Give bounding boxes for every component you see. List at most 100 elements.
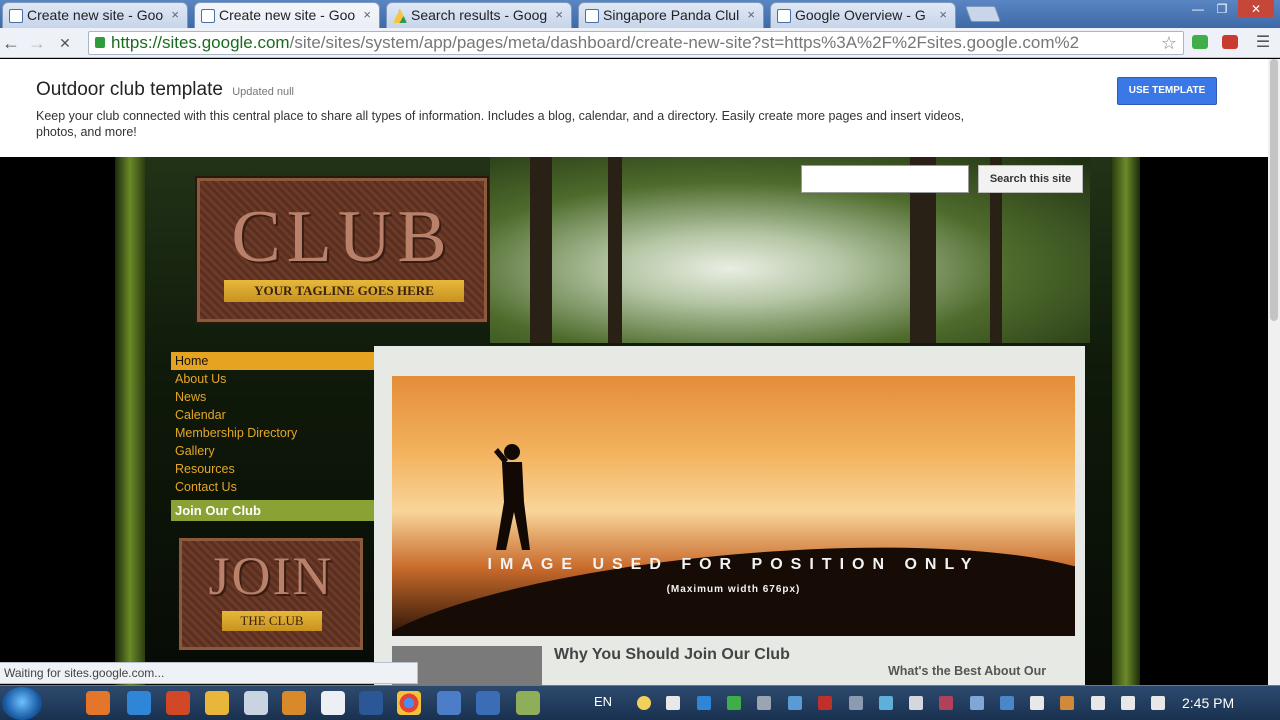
volume-icon[interactable] [1121,696,1135,710]
template-updated: Updated null [232,86,295,98]
tray-icon[interactable] [1060,696,1074,710]
ie-icon[interactable] [127,691,151,715]
page-scrollbar[interactable] [1268,59,1280,685]
extension-red-icon[interactable] [1222,35,1238,49]
sites-favicon-icon [777,9,791,23]
google-drive-icon[interactable] [727,696,741,710]
main-content: IMAGE USED FOR POSITION ONLY (Maximum wi… [374,346,1085,685]
firefox-icon[interactable] [86,691,110,715]
new-tab-button[interactable] [965,6,1001,22]
browser-tab-strip: Create new site - Goo × Create new site … [0,0,1280,28]
nav-item-membership-directory[interactable]: Membership Directory [171,424,376,442]
tab-singapore-panda-club[interactable]: Singapore Panda Clul × [578,2,764,28]
tray-icon[interactable] [909,696,923,710]
search-this-site-button[interactable]: Search this site [978,165,1083,193]
notepad-icon[interactable] [244,691,268,715]
bluetooth-icon[interactable] [970,696,984,710]
tab-search-results[interactable]: Search results - Goog × [386,2,572,28]
site-body: CLUB YOUR TAGLINE GOES HERE Search this … [145,157,1112,685]
close-tab-icon[interactable]: × [363,3,371,27]
network-icon[interactable] [1151,696,1165,710]
nav-item-calendar[interactable]: Calendar [171,406,376,424]
tree-trunk [608,157,622,343]
tab-create-new-site-1[interactable]: Create new site - Goo × [2,2,188,28]
media-icon[interactable] [282,691,306,715]
tray-icon[interactable] [697,696,711,710]
template-header: Outdoor club template Updated null Keep … [0,59,1268,157]
nav-item-about-us[interactable]: About Us [171,370,376,388]
restore-icon[interactable]: ❐ [1210,0,1234,18]
sites-favicon-icon [9,9,23,23]
tray-icon[interactable] [757,696,771,710]
join-club-logo[interactable]: JOIN THE CLUB [179,538,363,650]
taskbar-clock[interactable]: 2:45 PM [1182,695,1234,711]
flag-icon[interactable] [1030,696,1044,710]
app-icon[interactable] [476,691,500,715]
close-tab-icon[interactable]: × [939,3,947,27]
tray-icon[interactable] [879,696,893,710]
tray-icon[interactable] [788,696,802,710]
forward-arrow-icon[interactable]: → [26,32,48,54]
language-indicator[interactable]: EN [594,694,612,709]
nav-item-home[interactable]: Home [171,352,376,370]
google-drive-icon [393,9,407,23]
close-tab-icon[interactable]: × [747,3,755,27]
template-title: Outdoor club template Updated null [36,79,294,101]
status-bar: Waiting for sites.google.com... [0,662,418,684]
browser-toolbar: ← → ✕ https://sites.google.com/site/site… [0,28,1280,58]
close-window-icon[interactable]: ✕ [1238,0,1274,18]
use-template-button[interactable]: USE TEMPLATE [1117,77,1217,105]
acrobat-icon[interactable] [818,696,832,710]
tray-icon[interactable] [939,696,953,710]
app-icon[interactable] [516,691,540,715]
nav-item-resources[interactable]: Resources [171,460,376,478]
site-search-input[interactable] [801,165,969,193]
tab-create-new-site-2[interactable]: Create new site - Goo × [194,2,380,28]
nav-item-gallery[interactable]: Gallery [171,442,376,460]
nav-item-news[interactable]: News [171,388,376,406]
address-bar[interactable]: https://sites.google.com/site/sites/syst… [88,31,1184,55]
tray-icon[interactable] [637,696,651,710]
chrome-icon[interactable] [397,691,421,715]
tab-title: Google Overview - G [795,7,926,23]
sites-favicon-icon [201,9,215,23]
template-name: Outdoor club template [36,79,223,100]
extension-cloud-icon[interactable] [1192,35,1208,49]
back-arrow-icon[interactable]: ← [0,32,22,54]
url-path: /site/sites/system/app/pages/meta/dashbo… [289,33,1080,52]
app-icon[interactable] [437,691,461,715]
url-host: https://sites.google.com [111,33,290,52]
whats-best-heading: What's the Best About Our [888,664,1047,678]
minimize-icon[interactable]: — [1186,0,1210,18]
word-icon[interactable] [359,691,383,715]
hiker-silhouette-icon [494,444,530,550]
folder-icon[interactable] [205,691,229,715]
tray-icon[interactable] [849,696,863,710]
close-tab-icon[interactable]: × [555,3,563,27]
frame-right [1112,157,1140,685]
tray-icon[interactable] [666,696,680,710]
nav-item-contact-us[interactable]: Contact Us [171,478,376,496]
menu-icon[interactable]: ☰ [1252,32,1274,54]
bookmark-star-icon[interactable]: ☆ [1161,32,1177,54]
stop-loading-icon[interactable]: ✕ [54,32,76,54]
scrollbar-thumb[interactable] [1270,59,1278,321]
powerpoint-icon[interactable] [166,691,190,715]
why-join-heading: Why You Should Join Our Club [554,646,790,663]
hero-caption: IMAGE USED FOR POSITION ONLY [487,556,980,573]
tab-title: Search results - Goog [411,7,548,23]
join-our-club-link[interactable]: Join Our Club [171,500,376,521]
tray-icon[interactable] [1000,696,1014,710]
start-button[interactable] [2,687,42,720]
tab-google-overview[interactable]: Google Overview - G × [770,2,956,28]
battery-icon[interactable] [1091,696,1105,710]
template-preview: CLUB YOUR TAGLINE GOES HERE Search this … [0,157,1268,685]
club-tagline: YOUR TAGLINE GOES HERE [224,280,464,302]
club-logo-word: CLUB [231,196,453,278]
tree-trunk [530,157,552,343]
hero-image: IMAGE USED FOR POSITION ONLY (Maximum wi… [392,376,1075,636]
tab-title: Create new site - Goo [27,7,164,23]
lock-icon [95,37,105,48]
close-tab-icon[interactable]: × [171,3,179,27]
document-icon[interactable] [321,691,345,715]
